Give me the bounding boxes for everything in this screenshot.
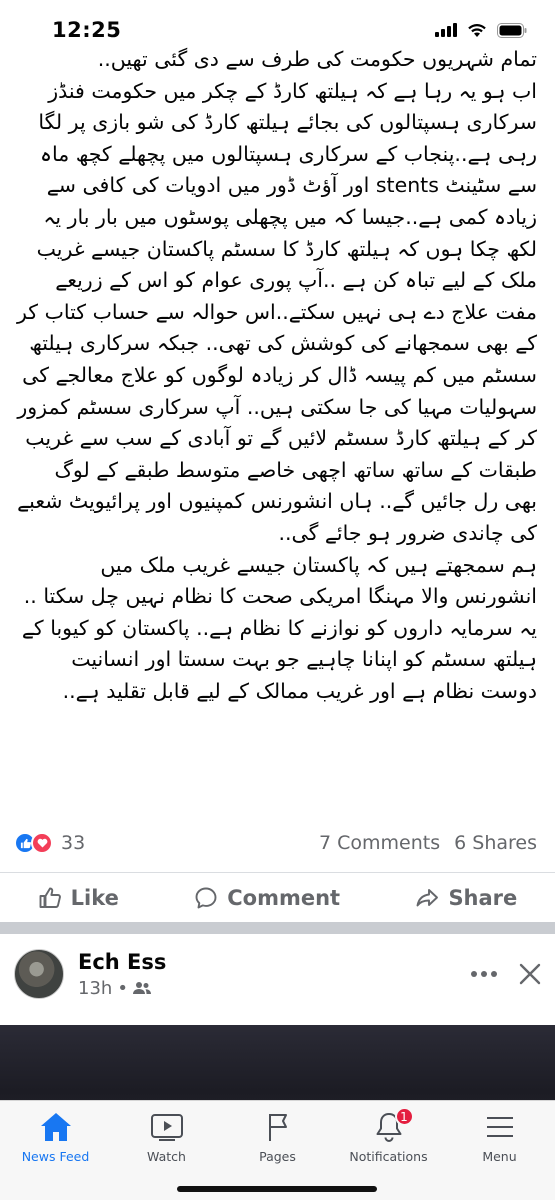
share-label: Share — [448, 885, 518, 910]
tab-label: Menu — [482, 1149, 517, 1164]
comment-bubble-icon — [195, 887, 217, 908]
status-icons — [435, 22, 527, 38]
notification-badge: 1 — [394, 1107, 414, 1126]
tab-label: Pages — [259, 1149, 296, 1164]
feed-divider — [0, 922, 555, 934]
love-reaction-icon — [31, 832, 53, 854]
author-name[interactable]: Ech Ess — [78, 950, 471, 974]
post-paragraph: ہم سمجھتے ہیں کہ پاکستان جیسے غریب ملک م… — [21, 552, 537, 703]
bottom-tab-bar: News Feed Watch Pages 1 Notifications Me… — [0, 1100, 555, 1200]
post-paragraph: تمام شہریوں حکومت کی طرف سے دی گئی تھیں.… — [97, 47, 537, 71]
post-counts: 33 7 Comments 6 Shares — [0, 822, 555, 864]
hamburger-menu-icon — [486, 1117, 513, 1137]
signal-icon — [435, 23, 457, 37]
like-label: Like — [70, 885, 119, 910]
more-options-icon[interactable] — [471, 970, 497, 978]
avatar[interactable] — [14, 949, 64, 999]
wifi-icon — [468, 23, 486, 37]
clock-time: 12:25 — [52, 18, 122, 42]
battery-icon — [497, 22, 527, 38]
comments-count[interactable]: 7 Comments — [319, 832, 440, 854]
reaction-count: 33 — [61, 832, 86, 854]
home-icon — [40, 1113, 71, 1141]
tab-label: Watch — [147, 1149, 186, 1164]
post-text: تمام شہریوں حکومت کی طرف سے دی گئی تھیں.… — [0, 44, 555, 824]
tab-label: News Feed — [21, 1149, 90, 1164]
like-button[interactable]: Like — [38, 886, 119, 910]
thumbs-up-icon — [39, 887, 61, 908]
share-arrow-icon — [416, 888, 439, 906]
tab-news-feed[interactable]: News Feed — [6, 1111, 106, 1200]
next-post-header: Ech Ess 13h • — [0, 934, 555, 1014]
comment-label: Comment — [227, 885, 341, 910]
tab-label: Notifications — [349, 1149, 428, 1164]
flag-icon — [268, 1114, 287, 1141]
share-button[interactable]: Share — [415, 886, 517, 910]
post-action-bar: Like Comment Share — [0, 872, 555, 922]
post-meta: 13h • — [78, 978, 471, 999]
home-indicator — [177, 1186, 377, 1192]
comment-button[interactable]: Comment — [194, 886, 340, 910]
friends-audience-icon — [132, 982, 151, 994]
meta-separator: • — [117, 977, 128, 999]
close-icon[interactable] — [519, 963, 541, 985]
post-paragraph: اب ہو یہ رہا ہے کہ ہیلتھ کارڈ کے چکر میں… — [16, 78, 537, 545]
tab-menu[interactable]: Menu — [450, 1111, 550, 1200]
post-time[interactable]: 13h — [78, 978, 112, 999]
shares-count[interactable]: 6 Shares — [454, 832, 537, 854]
reactions-summary[interactable]: 33 — [14, 832, 85, 854]
watch-video-icon — [150, 1114, 183, 1141]
